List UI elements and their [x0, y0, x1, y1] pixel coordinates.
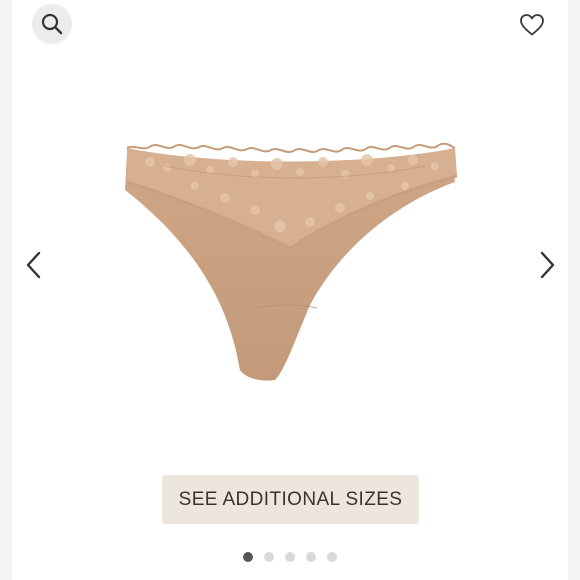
- chevron-left-icon: [26, 251, 41, 279]
- chevron-right-icon: [540, 251, 555, 279]
- product-image: [125, 142, 458, 381]
- heart-icon: [520, 14, 544, 36]
- pagination-dot-4[interactable]: [306, 552, 316, 562]
- search-button[interactable]: [32, 4, 72, 44]
- product-gallery: SEE ADDITIONAL SIZES: [0, 0, 580, 580]
- pagination-dot-5[interactable]: [327, 552, 337, 562]
- right-edge: [568, 0, 580, 580]
- see-additional-sizes-button[interactable]: SEE ADDITIONAL SIZES: [162, 475, 419, 524]
- pagination-dot-3[interactable]: [285, 552, 295, 562]
- pagination-dot-1[interactable]: [243, 552, 253, 562]
- favorite-button[interactable]: [515, 8, 549, 42]
- gallery-pagination: [243, 552, 337, 562]
- search-icon: [41, 13, 63, 35]
- left-edge: [0, 0, 12, 580]
- next-image-button[interactable]: [531, 248, 563, 282]
- previous-image-button[interactable]: [18, 248, 50, 282]
- pagination-dot-2[interactable]: [264, 552, 274, 562]
